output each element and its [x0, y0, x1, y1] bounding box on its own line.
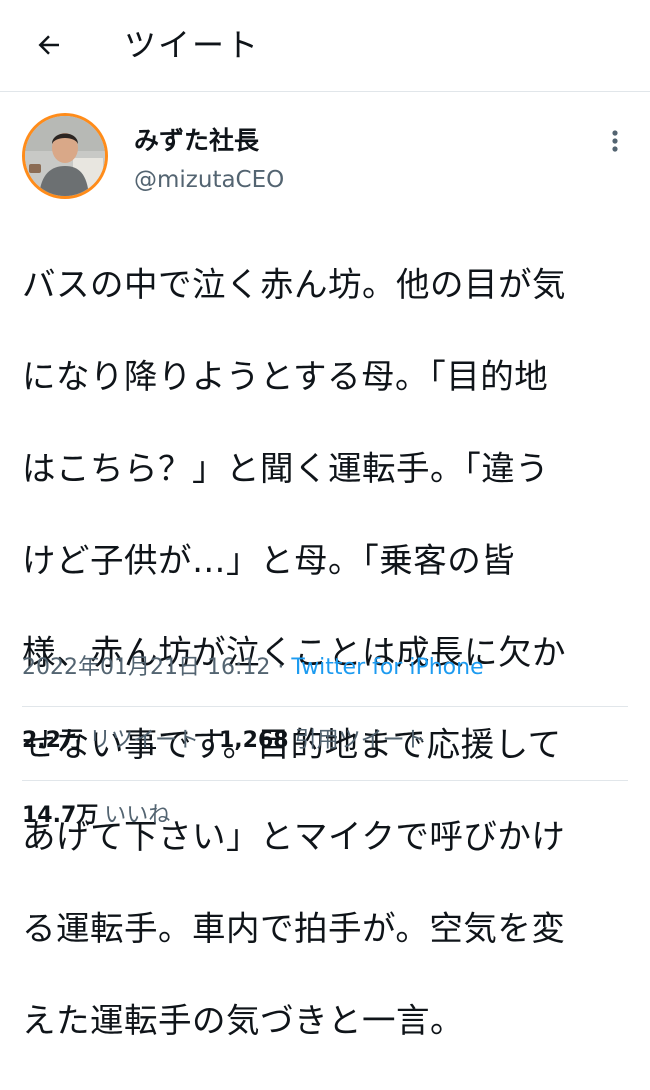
arrow-left-icon: [38, 35, 59, 55]
retweets-count: 2.2万: [22, 728, 83, 753]
back-button[interactable]: [26, 22, 72, 68]
meta-divider: [22, 706, 628, 707]
more-vertical-icon: [612, 130, 618, 152]
stats-divider: [22, 780, 628, 781]
tweet-line: になり降りようとする母。「目的地: [22, 357, 549, 396]
likes-stats-row: 14.7万 いいね: [22, 800, 170, 832]
tweet-line: はこちら？」と聞く運転手。「違う: [22, 449, 550, 488]
header-bar: ツイート: [0, 0, 650, 90]
retweet-stats-row: 2.2万 リツイート 1,268 引用ツイート: [22, 725, 427, 757]
tweet-line: バスの中で泣く赤ん坊。他の目が気: [22, 265, 566, 304]
likes-label: いいね: [104, 803, 171, 828]
quotes-stat[interactable]: 1,268 引用ツイート: [219, 728, 427, 753]
tweet-line: えた運転手の気づきと一言。: [22, 1001, 464, 1040]
retweets-label: リツイート: [88, 728, 199, 753]
page-title: ツイート: [124, 26, 261, 64]
more-options-button[interactable]: [600, 126, 630, 156]
tweet-meta: 2022年01月21日 16:12 · Twitter for iPhone: [22, 652, 484, 684]
tweet-source-link[interactable]: Twitter for iPhone: [291, 655, 483, 680]
user-handle[interactable]: @mizutaCEO: [134, 166, 284, 194]
tweet-line: けど子供が…」と母。「乗客の皆: [22, 541, 516, 580]
avatar[interactable]: [22, 113, 108, 199]
retweets-stat[interactable]: 2.2万 リツイート: [22, 728, 199, 753]
quotes-count: 1,268: [219, 728, 289, 753]
tweet-line: る運転手。車内で拍手が。空気を変: [22, 909, 566, 948]
header-divider: [0, 91, 650, 92]
avatar-photo: [25, 116, 105, 196]
display-name[interactable]: みずた社長: [134, 126, 259, 156]
meta-separator: ·: [277, 655, 285, 680]
quotes-label: 引用ツイート: [294, 728, 427, 753]
likes-stat[interactable]: 14.7万 いいね: [22, 803, 170, 828]
tweet-timestamp[interactable]: 2022年01月21日 16:12: [22, 655, 270, 680]
likes-count: 14.7万: [22, 803, 99, 828]
